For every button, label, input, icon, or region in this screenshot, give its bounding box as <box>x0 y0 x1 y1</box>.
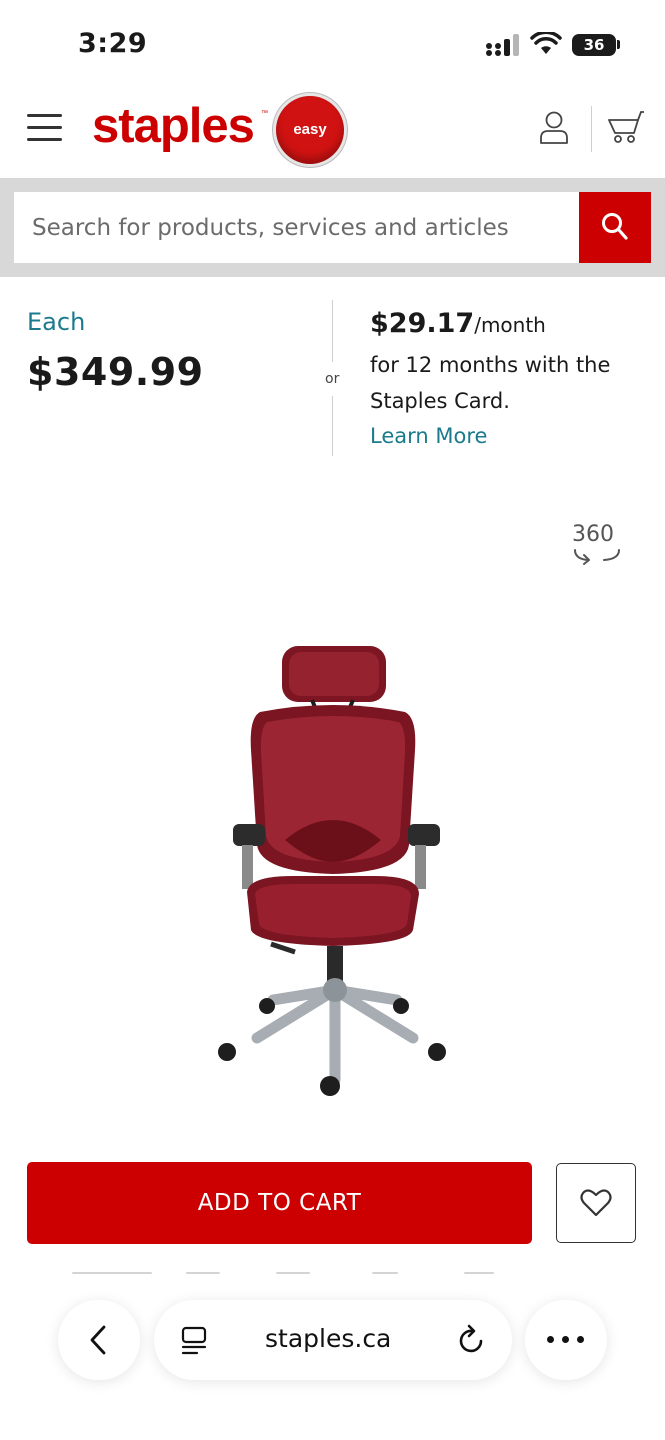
wishlist-button[interactable] <box>556 1163 636 1243</box>
each-label: Each <box>27 308 86 336</box>
monthly-unit: /month <box>474 313 546 337</box>
rotate-360-icon <box>574 549 620 565</box>
view-360-button[interactable]: 360 <box>566 522 628 574</box>
content-peek <box>60 1270 500 1276</box>
product-image[interactable] <box>205 640 460 1110</box>
heart-icon <box>580 1189 612 1217</box>
search-button[interactable] <box>579 192 651 263</box>
address-bar[interactable]: staples.ca <box>154 1300 512 1380</box>
view-360-label: 360 <box>572 522 614 547</box>
status-bar: 3:29 36 <box>0 0 665 88</box>
site-header: staples ™ easy <box>0 88 665 178</box>
product-price: $349.99 <box>27 350 204 394</box>
back-button[interactable] <box>58 1300 140 1380</box>
url-text: staples.ca <box>265 1324 392 1353</box>
monthly-price: $29.17/month <box>370 308 546 339</box>
search-box <box>14 192 579 263</box>
monthly-amount: $29.17 <box>370 308 475 339</box>
or-label: or <box>325 371 340 387</box>
back-icon <box>90 1325 106 1355</box>
add-to-cart-button[interactable]: ADD TO CART <box>27 1162 532 1244</box>
tabs-icon[interactable] <box>180 1326 208 1356</box>
cart-icon[interactable] <box>608 110 644 144</box>
search-bar <box>0 178 665 277</box>
battery-nub <box>617 40 620 49</box>
search-icon <box>602 213 628 240</box>
financing-text: for 12 months with the <box>370 353 611 377</box>
staples-logo[interactable]: staples <box>92 98 255 154</box>
easy-button[interactable]: easy <box>276 96 344 164</box>
battery-icon: 36 <box>572 34 616 56</box>
logo-trademark: ™ <box>261 110 268 117</box>
learn-more-link[interactable]: Learn More <box>370 424 487 448</box>
search-input[interactable] <box>14 192 572 263</box>
account-icon[interactable] <box>538 110 570 146</box>
browser-toolbar: staples.ca <box>0 1284 665 1440</box>
price-divider <box>332 300 333 362</box>
reload-icon[interactable] <box>457 1324 487 1356</box>
battery-level: 36 <box>583 36 605 54</box>
wifi-icon <box>530 32 562 54</box>
menu-icon[interactable] <box>27 114 62 142</box>
cellular-signal-icon <box>486 34 519 56</box>
more-button[interactable] <box>525 1300 607 1380</box>
header-divider <box>591 106 592 152</box>
price-divider <box>332 396 333 456</box>
easy-button-label: easy <box>293 121 327 138</box>
financing-text: Staples Card. <box>370 389 510 413</box>
status-time: 3:29 <box>78 28 148 59</box>
